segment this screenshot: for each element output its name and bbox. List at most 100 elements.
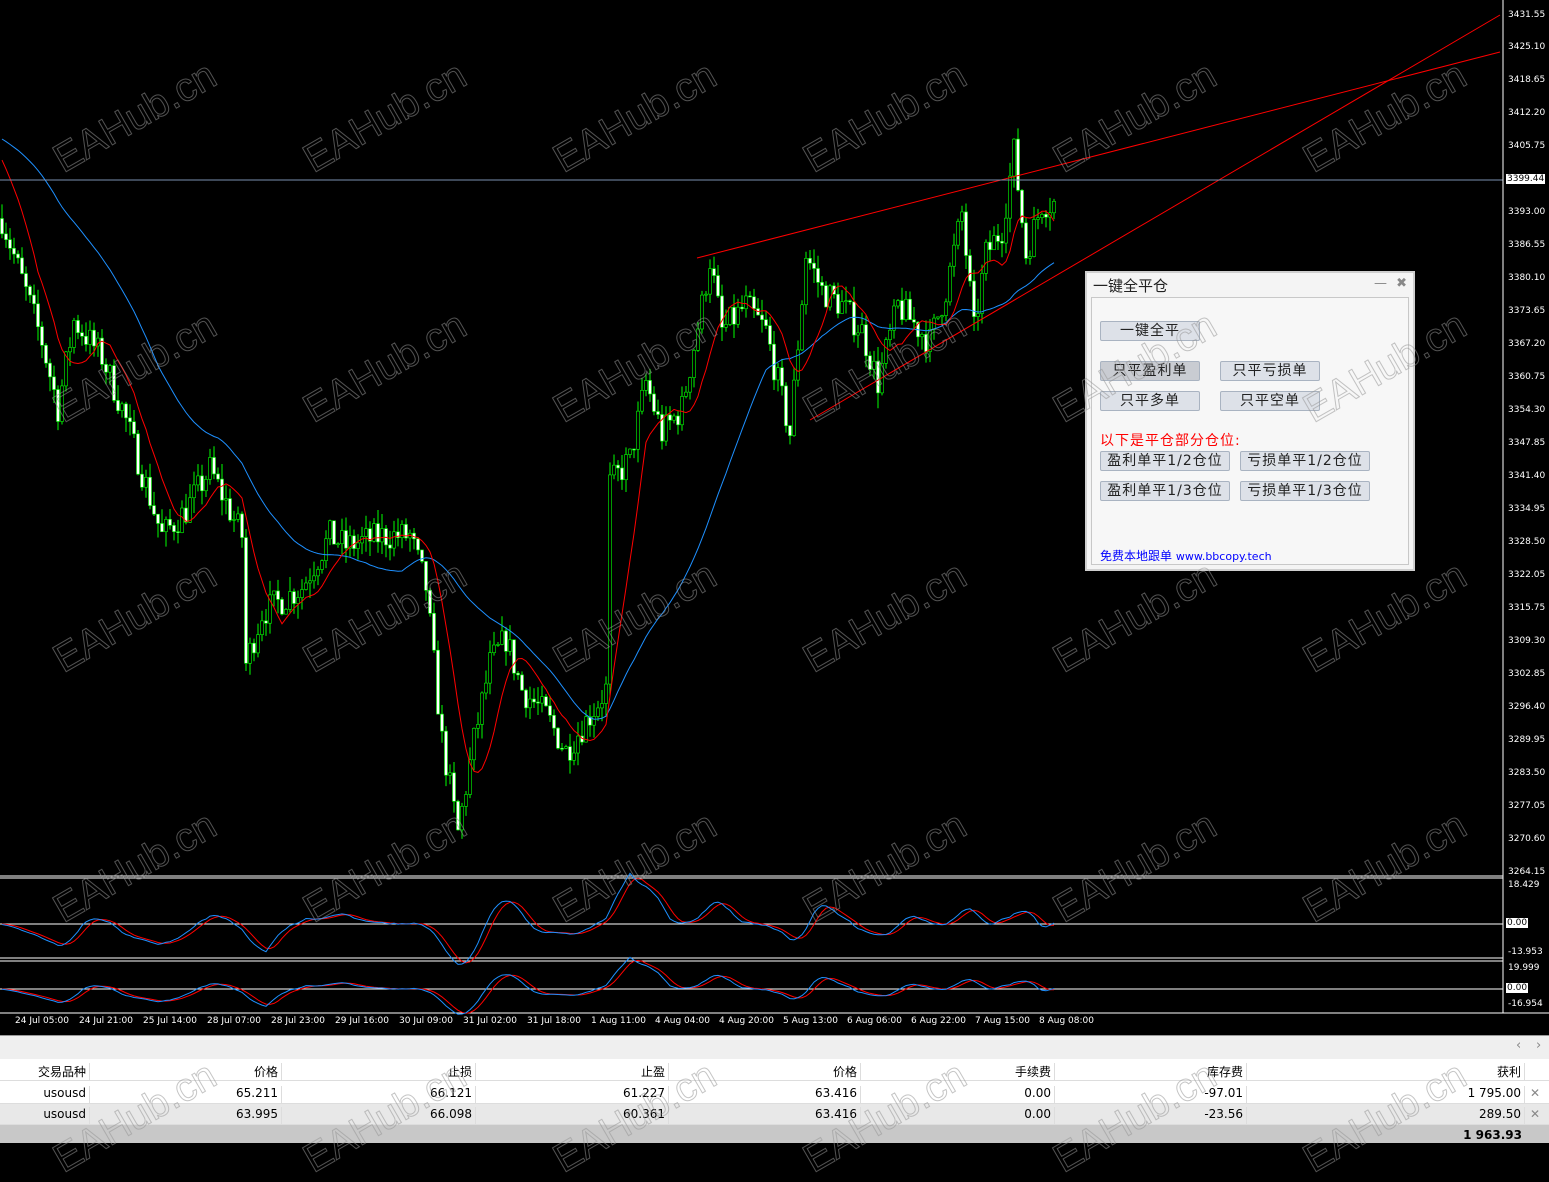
table-cell: -97.01 (1055, 1086, 1247, 1104)
candle-body (1008, 175, 1012, 219)
candle-body (768, 325, 772, 345)
candle-body (36, 303, 40, 328)
panel-title: 一键全平仓 (1093, 277, 1169, 295)
candle-body (556, 727, 560, 749)
price-tick: 3418.65 (1508, 75, 1546, 85)
profit-third-button[interactable]: 盈利单平1/3仓位 (1100, 481, 1230, 501)
candle-body (964, 211, 968, 256)
footer-link[interactable]: 免费本地跟单 www.bbcopy.tech (1100, 547, 1272, 564)
candle-body (56, 389, 60, 422)
price-tick: 3405.75 (1508, 141, 1546, 151)
candle-body (616, 464, 620, 469)
column-header[interactable]: 止盈 (476, 1063, 669, 1081)
candle-body (272, 590, 276, 596)
candle-body (488, 652, 492, 684)
candle-body (784, 385, 788, 427)
footer-url[interactable]: www.bbcopy.tech (1176, 550, 1272, 563)
candle-body (672, 415, 676, 421)
scroll-left-icon[interactable]: ‹ (1516, 1038, 1521, 1053)
price-tick: 3270.60 (1508, 834, 1546, 844)
price-tick: 3289.95 (1508, 735, 1546, 745)
column-header[interactable]: 获利 (1247, 1063, 1525, 1081)
candle-body (264, 620, 268, 624)
candle-body (632, 448, 636, 451)
candle-body (336, 543, 340, 546)
loss-third-button[interactable]: 亏损单平1/3仓位 (1240, 481, 1370, 501)
minimize-icon[interactable]: — (1374, 276, 1387, 291)
candle-body (188, 497, 192, 523)
close-position-icon[interactable]: ✕ (1530, 1086, 1540, 1100)
candle-body (144, 477, 148, 488)
table-cell: 65.211 (90, 1086, 282, 1104)
candle-body (544, 696, 548, 707)
close-all-button[interactable]: 一键全平 (1100, 321, 1200, 341)
column-header[interactable]: 手续费 (861, 1063, 1055, 1081)
candle-body (540, 696, 544, 704)
candle-body (560, 747, 564, 750)
candle-body (428, 589, 432, 614)
close-position-icon[interactable]: ✕ (1530, 1107, 1540, 1121)
candle-body (752, 296, 756, 309)
table-cell: 289.50 (1247, 1107, 1525, 1125)
candle-body (636, 410, 640, 450)
price-tick: 3386.55 (1508, 240, 1546, 250)
candle-body (680, 396, 684, 426)
close-long-button[interactable]: 只平多单 (1100, 391, 1200, 411)
candle-body (920, 334, 924, 338)
candle-body (896, 300, 900, 307)
candle-body (72, 320, 76, 348)
price-tick: 3277.05 (1508, 801, 1546, 811)
candle-body (172, 525, 176, 532)
candle-body (524, 689, 528, 709)
trendline-upper (696, 51, 1501, 259)
candle-body (708, 268, 712, 295)
candle-body (792, 379, 796, 436)
close-loss-button[interactable]: 只平亏损单 (1220, 361, 1320, 381)
candle-body (212, 457, 216, 475)
candle-body (68, 347, 72, 353)
candle-body (304, 582, 308, 590)
candle-body (1040, 214, 1044, 218)
panel-title-bar[interactable]: 一键全平仓 — ✖ (1087, 273, 1413, 297)
close-profit-button[interactable]: 只平盈利单 (1100, 361, 1200, 381)
price-tick: 3373.65 (1508, 306, 1546, 316)
candle-body (684, 391, 688, 397)
table-cell: 61.227 (476, 1086, 669, 1104)
close-short-button[interactable]: 只平空单 (1220, 391, 1320, 411)
column-header[interactable]: 交易品种 (0, 1063, 90, 1081)
table-cell: 66.098 (282, 1107, 476, 1125)
candle-body (228, 498, 232, 521)
price-tick: 3264.15 (1508, 867, 1546, 877)
date-tick: 29 Jul 16:00 (335, 1016, 389, 1026)
candle-body (876, 360, 880, 394)
candle-body (80, 332, 84, 337)
candle-body (948, 265, 952, 303)
candle-body (624, 454, 628, 481)
osc2-min: -16.954 (1508, 999, 1543, 1009)
candle-body (116, 400, 120, 411)
column-header[interactable]: 库存费 (1055, 1063, 1247, 1081)
candle-body (528, 698, 532, 709)
column-header[interactable]: 止损 (282, 1063, 476, 1081)
profit-half-button[interactable]: 盈利单平1/2仓位 (1100, 451, 1230, 471)
candle-body (908, 298, 912, 320)
column-header[interactable]: 价格 (669, 1063, 861, 1081)
candle-body (652, 393, 656, 412)
candle-body (848, 300, 852, 303)
candle-body (1044, 214, 1048, 218)
candle-body (88, 329, 92, 345)
candle-body (392, 531, 396, 549)
table-row: usousd 65.211 66.121 61.227 63.416 0.00 -97.01… (0, 1083, 1549, 1104)
candle-body (436, 649, 440, 715)
candle-body (208, 457, 212, 480)
osc1-zero-label: 0.00 (1506, 918, 1529, 928)
candle-body (808, 258, 812, 264)
table-cell: 66.121 (282, 1086, 476, 1104)
candle-body (1004, 217, 1008, 244)
column-header[interactable]: 价格 (90, 1063, 282, 1081)
loss-half-button[interactable]: 亏损单平1/2仓位 (1240, 451, 1370, 471)
scroll-right-icon[interactable]: › (1536, 1038, 1541, 1053)
table-cell: 60.361 (476, 1107, 669, 1125)
close-icon[interactable]: ✖ (1396, 276, 1407, 291)
candle-body (648, 380, 652, 395)
